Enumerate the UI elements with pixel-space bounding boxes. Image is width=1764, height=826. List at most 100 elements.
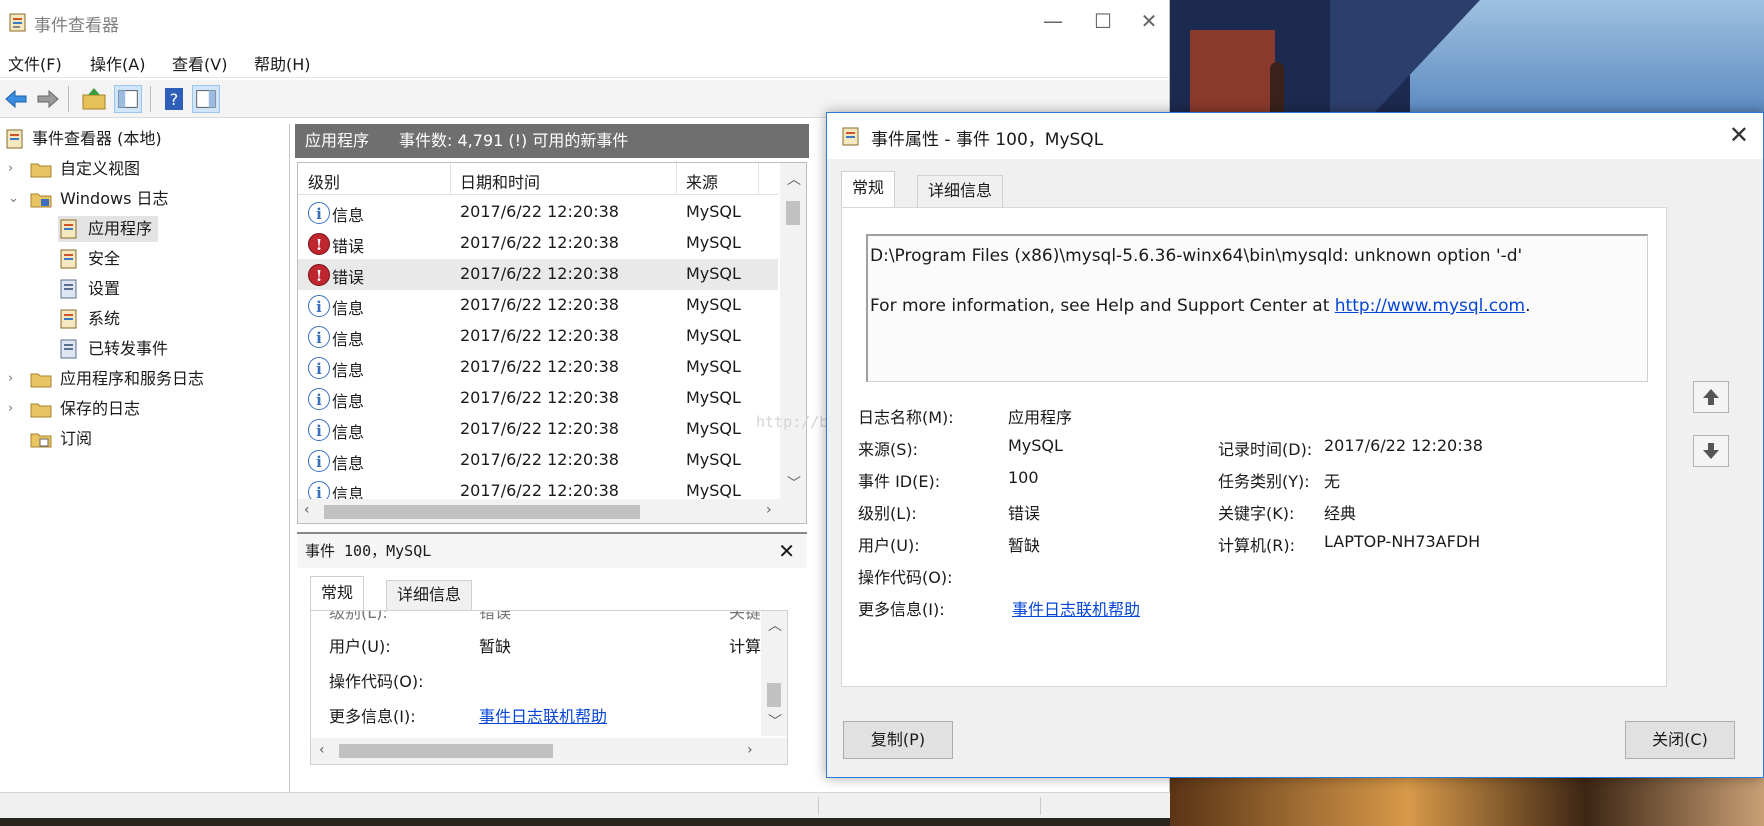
menu-action[interactable]: 操作(A) bbox=[90, 51, 145, 75]
scroll-left-arrow-icon[interactable]: ‹ bbox=[304, 502, 310, 518]
scroll-thumb[interactable] bbox=[339, 744, 553, 758]
chevron-down-icon[interactable]: ⌄ bbox=[8, 186, 20, 212]
scroll-left-arrow-icon[interactable]: ‹ bbox=[319, 742, 325, 758]
tree-custom-views[interactable]: › 自定义视图 bbox=[8, 156, 140, 182]
tree-app-service-logs[interactable]: › 应用程序和服务日志 bbox=[8, 366, 204, 392]
dialog-general-panel: D:\Program Files (x86)\mysql-5.6.36-winx… bbox=[841, 207, 1667, 687]
dialog-tab-details[interactable]: 详细信息 bbox=[917, 175, 1004, 207]
preview-tab-details[interactable]: 详细信息 bbox=[386, 580, 473, 610]
row-source: MySQL bbox=[686, 202, 741, 221]
scroll-thumb[interactable] bbox=[767, 683, 781, 707]
close-button[interactable]: 关闭(C) bbox=[1625, 721, 1735, 759]
row-source: MySQL bbox=[686, 326, 741, 345]
table-row[interactable]: i 信息 2017/6/22 12:20:38 MySQL bbox=[298, 414, 778, 445]
row-datetime: 2017/6/22 12:20:38 bbox=[460, 419, 619, 438]
show-hide-console-tree-icon[interactable] bbox=[114, 85, 142, 113]
keywords-value: 经典 bbox=[1324, 504, 1357, 523]
mysql-website-link[interactable]: http://www.mysql.com bbox=[1335, 296, 1525, 316]
table-row[interactable]: i 信息 2017/6/22 12:20:38 MySQL bbox=[298, 352, 778, 383]
scroll-right-arrow-icon[interactable]: › bbox=[747, 742, 753, 758]
menu-help[interactable]: 帮助(H) bbox=[254, 51, 311, 75]
column-divider[interactable] bbox=[676, 163, 677, 195]
user-value: 暂缺 bbox=[1008, 536, 1041, 555]
up-folder-icon[interactable] bbox=[80, 85, 108, 113]
table-row[interactable]: i 信息 2017/6/22 12:20:38 MySQL bbox=[298, 445, 778, 476]
tree-forwarded-events[interactable]: 已转发事件 bbox=[58, 336, 168, 362]
tree-application[interactable]: 应用程序 bbox=[58, 216, 159, 242]
log-name: 应用程序 bbox=[305, 131, 370, 150]
toolbar-separator bbox=[68, 86, 69, 112]
table-row[interactable]: i 信息 2017/6/22 12:20:38 MySQL bbox=[298, 197, 778, 228]
help-icon[interactable]: ? bbox=[160, 85, 188, 113]
log-header: 应用程序 事件数: 4,791 (!) 可用的新事件 bbox=[295, 124, 809, 158]
scroll-thumb[interactable] bbox=[324, 505, 640, 519]
scroll-up-arrow-icon[interactable]: ︿ bbox=[768, 615, 782, 635]
title-bar[interactable]: 事件查看器 — ☐ ✕ bbox=[0, 0, 1169, 44]
scroll-thumb[interactable] bbox=[786, 201, 800, 225]
table-row[interactable]: i 信息 2017/6/22 12:20:38 MySQL bbox=[298, 290, 778, 321]
show-hide-action-pane-icon[interactable] bbox=[192, 85, 220, 113]
status-bar bbox=[0, 792, 1170, 818]
event-description-box[interactable]: D:\Program Files (x86)\mysql-5.6.36-winx… bbox=[866, 234, 1648, 382]
preview-online-help-link[interactable]: 事件日志联机帮助 bbox=[479, 703, 607, 727]
preview-vertical-scrollbar[interactable]: ︿ ﹀ bbox=[761, 611, 787, 736]
dialog-close-icon[interactable]: ✕ bbox=[1729, 121, 1749, 149]
log-icon bbox=[60, 309, 77, 329]
table-row[interactable]: i 信息 2017/6/22 12:20:38 MySQL bbox=[298, 383, 778, 414]
column-header-row: 级别 日期和时间 来源 bbox=[298, 163, 778, 195]
tree-subscriptions[interactable]: 订阅 bbox=[8, 426, 92, 452]
preview-horizontal-scrollbar[interactable]: ‹ › bbox=[311, 738, 787, 764]
table-row[interactable]: ! 错误 2017/6/22 12:20:38 MySQL bbox=[298, 259, 778, 290]
back-arrow-icon[interactable] bbox=[2, 85, 30, 113]
scroll-down-arrow-icon[interactable]: ﹀ bbox=[768, 711, 782, 731]
opcode-label: 操作代码(O): bbox=[858, 568, 953, 587]
tree-saved-logs[interactable]: › 保存的日志 bbox=[8, 396, 140, 422]
tree-root[interactable]: 事件查看器 (本地) bbox=[4, 126, 162, 152]
tree-security[interactable]: 安全 bbox=[58, 246, 120, 272]
copy-button[interactable]: 复制(P) bbox=[843, 721, 953, 759]
svg-text:?: ? bbox=[170, 90, 179, 109]
maximize-button[interactable]: ☐ bbox=[1080, 6, 1126, 36]
chevron-right-icon[interactable]: › bbox=[8, 156, 20, 182]
menu-view[interactable]: 查看(V) bbox=[172, 51, 227, 75]
event-viewer-app-icon bbox=[842, 127, 859, 146]
column-divider[interactable] bbox=[758, 163, 759, 195]
row-level: 信息 bbox=[332, 299, 365, 318]
online-help-link[interactable]: 事件日志联机帮助 bbox=[1012, 596, 1140, 620]
scroll-up-arrow-icon[interactable]: ︿ bbox=[787, 169, 801, 189]
chevron-right-icon[interactable]: › bbox=[8, 396, 20, 422]
chevron-right-icon[interactable]: › bbox=[8, 366, 20, 392]
tree-setup[interactable]: 设置 bbox=[58, 276, 120, 302]
preview-tab-general[interactable]: 常规 bbox=[310, 576, 365, 612]
row-datetime: 2017/6/22 12:20:38 bbox=[460, 264, 619, 283]
next-event-button[interactable] bbox=[1693, 435, 1729, 467]
log-icon bbox=[60, 249, 77, 269]
scroll-right-arrow-icon[interactable]: › bbox=[766, 502, 772, 518]
dialog-title: 事件属性 - 事件 100，MySQL bbox=[871, 130, 1104, 150]
table-row[interactable]: i 信息 2017/6/22 12:20:38 MySQL bbox=[298, 321, 778, 352]
minimize-button[interactable]: — bbox=[1030, 6, 1076, 36]
menu-file[interactable]: 文件(F) bbox=[8, 51, 62, 75]
subscription-icon bbox=[30, 433, 52, 448]
event-list-vertical-scrollbar[interactable]: ︿ ﹀ bbox=[780, 163, 806, 499]
column-source[interactable]: 来源 bbox=[686, 169, 718, 193]
log-name-value: 应用程序 bbox=[1008, 408, 1073, 427]
arrow-down-icon bbox=[1703, 443, 1719, 459]
table-row[interactable]: ! 错误 2017/6/22 12:20:38 MySQL bbox=[298, 228, 778, 259]
row-level: 错误 bbox=[332, 268, 365, 287]
previous-event-button[interactable] bbox=[1693, 381, 1729, 413]
tree-windows-logs[interactable]: ⌄ Windows 日志 bbox=[8, 186, 169, 212]
column-level[interactable]: 级别 bbox=[308, 169, 340, 193]
dialog-tab-general[interactable]: 常规 bbox=[841, 171, 896, 207]
source-label: 来源(S): bbox=[858, 440, 919, 459]
preview-close-button[interactable]: ✕ bbox=[778, 534, 795, 568]
close-window-button[interactable]: ✕ bbox=[1126, 6, 1172, 36]
forward-arrow-icon[interactable] bbox=[34, 85, 62, 113]
event-list[interactable]: 级别 日期和时间 来源 i 信息 2017/6/22 12:20:38 MySQL! 错… bbox=[297, 162, 807, 524]
column-divider[interactable] bbox=[450, 163, 451, 195]
tree-system[interactable]: 系统 bbox=[58, 306, 120, 332]
scroll-down-arrow-icon[interactable]: ﹀ bbox=[787, 473, 801, 493]
column-datetime[interactable]: 日期和时间 bbox=[460, 169, 540, 193]
event-list-horizontal-scrollbar[interactable]: ‹ › bbox=[298, 499, 806, 523]
dialog-title-bar[interactable]: 事件属性 - 事件 100，MySQL ✕ bbox=[827, 113, 1763, 159]
